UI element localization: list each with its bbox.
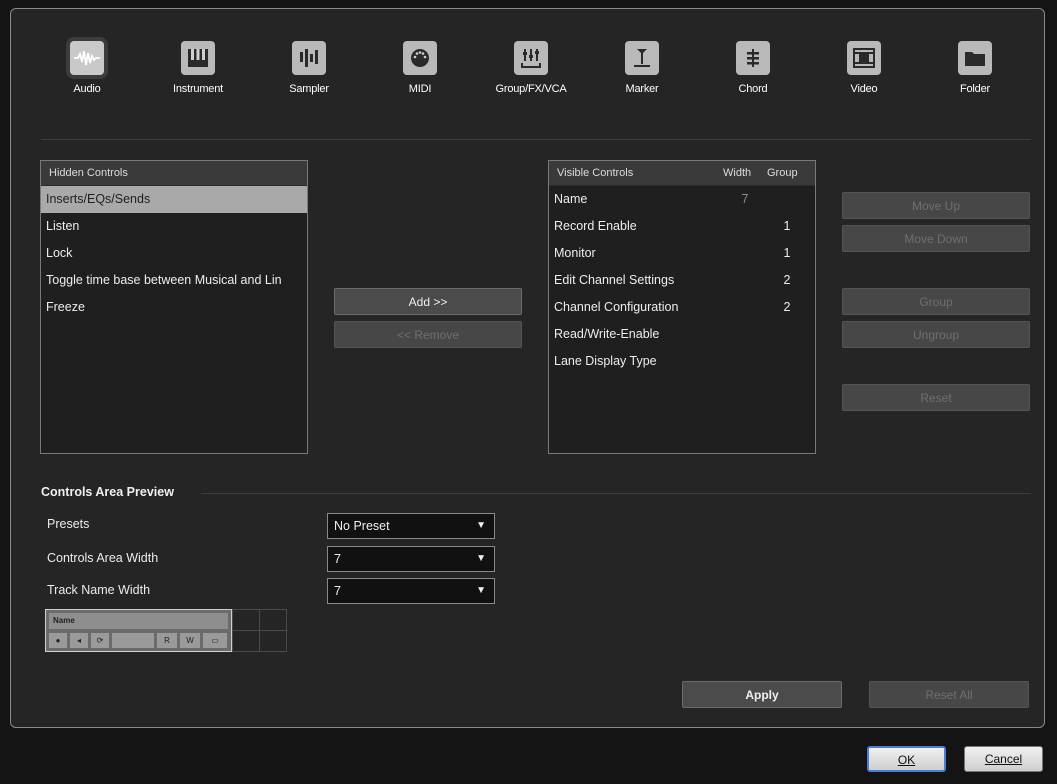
- dropdown-arrow-icon: ▼: [476, 585, 486, 596]
- visible-controls-list[interactable]: Visible Controls Width Group Name 7 Recor…: [548, 160, 816, 454]
- track-type-label: Sampler: [289, 83, 329, 95]
- midi-connector-icon: [403, 41, 437, 75]
- track-type-sampler[interactable]: Sampler: [264, 41, 354, 95]
- table-row[interactable]: Read/Write-Enable: [549, 321, 815, 348]
- apply-button[interactable]: Apply: [682, 681, 842, 708]
- edit-channel-icon: ⟳: [91, 633, 109, 648]
- control-name: Read/Write-Enable: [554, 327, 660, 341]
- visible-controls-header: Visible Controls Width Group: [549, 161, 815, 186]
- lane-display-icon: ▭: [203, 633, 227, 648]
- track-name-width-label: Track Name Width: [47, 583, 151, 597]
- track-type-label: Marker: [625, 83, 659, 95]
- hidden-controls-header-label: Hidden Controls: [49, 167, 128, 179]
- remove-button[interactable]: << Remove: [334, 321, 522, 348]
- hidden-controls-list[interactable]: Hidden Controls Inserts/EQs/Sends Listen…: [40, 160, 308, 454]
- move-down-button[interactable]: Move Down: [842, 225, 1030, 252]
- width-column-header: Width: [723, 167, 752, 179]
- track-type-midi[interactable]: MIDI: [375, 41, 465, 95]
- table-row[interactable]: Record Enable 1: [549, 213, 815, 240]
- control-name: Record Enable: [554, 219, 637, 233]
- control-name: Name: [554, 192, 588, 206]
- control-name: Edit Channel Settings: [554, 273, 675, 287]
- marker-icon: [625, 41, 659, 75]
- controls-area-width-select[interactable]: 7 ▼: [327, 546, 495, 572]
- track-type-label: Video: [850, 83, 878, 95]
- table-row[interactable]: Name 7: [549, 186, 815, 213]
- presets-select[interactable]: No Preset ▼: [327, 513, 495, 539]
- add-button[interactable]: Add >>: [334, 288, 522, 315]
- control-name: Monitor: [554, 246, 596, 260]
- list-item[interactable]: Freeze: [41, 294, 307, 321]
- hidden-controls-header: Hidden Controls: [41, 161, 307, 186]
- track-type-instrument[interactable]: Instrument: [153, 41, 243, 95]
- track-type-marker[interactable]: Marker: [597, 41, 687, 95]
- track-type-label: Folder: [960, 83, 990, 95]
- move-up-button[interactable]: Move Up: [842, 192, 1030, 219]
- track-controls-dialog: Audio Instrument Sampler MIDI Group/FX/V…: [10, 8, 1045, 728]
- reset-all-button[interactable]: Reset All: [869, 681, 1029, 708]
- control-group: 1: [783, 246, 791, 260]
- film-icon: [847, 41, 881, 75]
- controls-area-width-value: 7: [334, 552, 341, 566]
- reset-button[interactable]: Reset: [842, 384, 1030, 411]
- track-type-label: Audio: [73, 83, 101, 95]
- fader-group-icon: [514, 41, 548, 75]
- read-icon: R: [157, 633, 177, 648]
- ok-label: OK: [897, 753, 916, 767]
- list-item[interactable]: Toggle time base between Musical and Lin: [41, 267, 307, 294]
- control-name: Lane Display Type: [554, 354, 657, 368]
- controls-area-width-label: Controls Area Width: [47, 551, 159, 565]
- track-type-group-fx-vca[interactable]: Group/FX/VCA: [486, 41, 576, 95]
- write-icon: W: [180, 633, 200, 648]
- list-item[interactable]: Listen: [41, 213, 307, 240]
- section-title: Controls Area Preview: [41, 485, 174, 499]
- preview-name-field: Name: [49, 613, 228, 629]
- visible-controls-header-label: Visible Controls: [557, 167, 634, 179]
- group-column-header: Group: [767, 167, 798, 179]
- waveform-icon: [70, 41, 104, 75]
- divider: [41, 139, 1031, 140]
- presets-value: No Preset: [334, 519, 390, 533]
- cancel-button[interactable]: Cancel: [964, 746, 1043, 772]
- control-group: 2: [783, 300, 791, 314]
- track-type-label: MIDI: [408, 83, 432, 95]
- table-row[interactable]: Edit Channel Settings 2: [549, 267, 815, 294]
- control-width: 7: [741, 192, 749, 206]
- controls-area-preview: Name ● ◂ ⟳ R W ▭: [45, 609, 287, 652]
- cancel-label: Cancel: [984, 752, 1023, 766]
- folder-icon: [958, 41, 992, 75]
- table-row[interactable]: Channel Configuration 2: [549, 294, 815, 321]
- table-row[interactable]: Lane Display Type: [549, 348, 815, 375]
- track-type-label: Chord: [738, 83, 768, 95]
- control-name: Channel Configuration: [554, 300, 679, 314]
- track-type-toolbar: Audio Instrument Sampler MIDI Group/FX/V…: [11, 9, 1044, 139]
- presets-label: Presets: [47, 517, 90, 531]
- track-name-width-value: 7: [334, 584, 341, 598]
- ok-button[interactable]: OK: [867, 746, 946, 772]
- list-item[interactable]: Lock: [41, 240, 307, 267]
- track-type-label: Instrument: [173, 83, 223, 95]
- record-icon: ●: [49, 633, 67, 648]
- preview-track: Name ● ◂ ⟳ R W ▭: [45, 609, 232, 652]
- list-item[interactable]: Inserts/EQs/Sends: [41, 186, 307, 213]
- divider: [201, 493, 1031, 494]
- track-type-folder[interactable]: Folder: [930, 41, 1020, 95]
- track-type-video[interactable]: Video: [819, 41, 909, 95]
- dropdown-arrow-icon: ▼: [476, 520, 486, 531]
- ungroup-button[interactable]: Ungroup: [842, 321, 1030, 348]
- control-group: 2: [783, 273, 791, 287]
- track-type-chord[interactable]: Chord: [708, 41, 798, 95]
- chord-icon: [736, 41, 770, 75]
- track-name-width-select[interactable]: 7 ▼: [327, 578, 495, 604]
- piano-keys-icon: [181, 41, 215, 75]
- monitor-icon: ◂: [70, 633, 88, 648]
- table-row[interactable]: Monitor 1: [549, 240, 815, 267]
- group-button[interactable]: Group: [842, 288, 1030, 315]
- channel-config-slot: [112, 633, 154, 648]
- track-type-audio[interactable]: Audio: [42, 41, 132, 95]
- track-type-label: Group/FX/VCA: [495, 83, 567, 95]
- control-group: 1: [783, 219, 791, 233]
- dropdown-arrow-icon: ▼: [476, 553, 486, 564]
- sampler-bars-icon: [292, 41, 326, 75]
